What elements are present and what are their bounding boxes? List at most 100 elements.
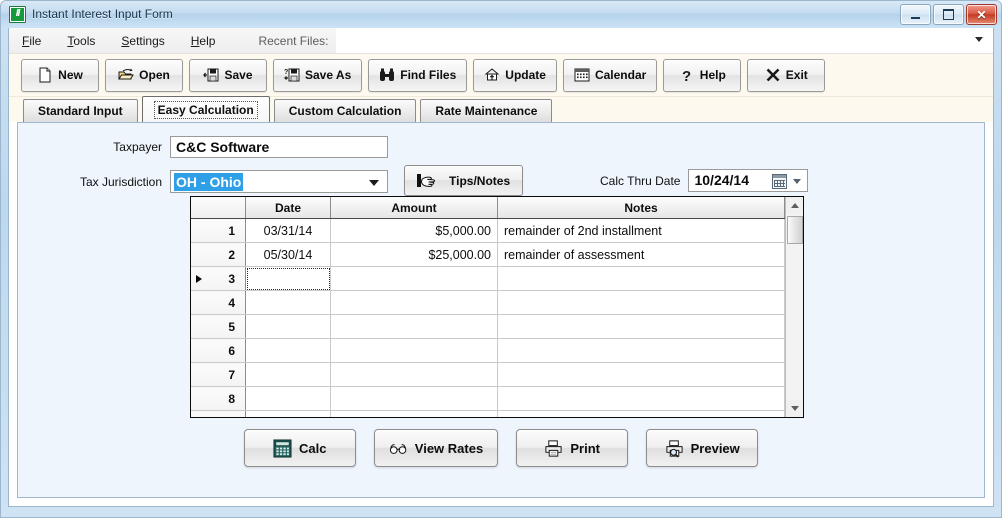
table-row[interactable]: 6 [191, 338, 785, 363]
cell-amount[interactable] [330, 410, 498, 417]
row-number[interactable]: 7 [191, 362, 246, 387]
table-row[interactable]: 2 05/30/14 $25,000.00 remainder of asses… [191, 242, 785, 267]
cell-amount[interactable]: $5,000.00 [330, 218, 498, 243]
chevron-down-icon[interactable] [975, 37, 983, 42]
table-row[interactable]: 8 [191, 386, 785, 411]
menu-settings[interactable]: Settings [108, 30, 177, 52]
tips-notes-button[interactable]: Tips/Notes [404, 165, 524, 196]
grid-col-date[interactable]: Date [245, 197, 331, 219]
cell-amount[interactable] [330, 386, 498, 411]
title-bar: II Instant Interest Input Form ✕ [1, 1, 1001, 27]
row-number[interactable]: 5 [191, 314, 246, 339]
taxpayer-input[interactable]: C&C Software [170, 136, 388, 158]
calc-thru-date-label: Calc Thru Date [600, 173, 681, 188]
new-button[interactable]: New [21, 58, 99, 92]
chevron-down-icon[interactable] [793, 179, 802, 184]
cell-amount[interactable] [330, 266, 498, 291]
grid-col-rownum[interactable] [191, 197, 246, 219]
help-button[interactable]: ? Help [663, 58, 742, 92]
exit-button[interactable]: Exit [747, 58, 826, 92]
cell-notes[interactable] [497, 290, 785, 315]
row-number[interactable]: 6 [191, 338, 246, 363]
table-row-partial[interactable] [191, 410, 785, 417]
table-row[interactable]: 5 [191, 314, 785, 339]
cell-notes[interactable] [497, 338, 785, 363]
row-number[interactable]: 1 [191, 218, 246, 243]
cell-amount[interactable] [330, 314, 498, 339]
find-files-button[interactable]: Find Files [368, 58, 468, 92]
cell-date[interactable] [245, 314, 331, 339]
calc-thru-date-input[interactable]: 10/24/14 [688, 169, 809, 192]
calendar-button[interactable]: Calendar [562, 58, 658, 92]
cell-date[interactable] [245, 362, 331, 387]
table-row-current[interactable]: 3 [191, 266, 785, 291]
close-button[interactable]: ✕ [966, 4, 997, 25]
grid-col-notes[interactable]: Notes [497, 197, 785, 219]
window-controls: ✕ [900, 4, 997, 25]
menu-file[interactable]: File [9, 30, 54, 52]
row-number[interactable]: 3 [191, 266, 246, 291]
cell-date[interactable]: 03/31/14 [245, 218, 331, 243]
cell-date[interactable] [245, 290, 331, 315]
view-rates-button[interactable]: View Rates [373, 429, 499, 467]
cell-notes[interactable] [497, 314, 785, 339]
cell-date[interactable] [245, 338, 331, 363]
cell-notes[interactable]: remainder of assessment [497, 242, 785, 267]
jurisdiction-selected-value: OH - Ohio [174, 173, 244, 191]
row-number[interactable]: 2 [191, 242, 246, 267]
calendar-picker-icon[interactable] [772, 174, 788, 189]
cell-date-selected[interactable] [245, 266, 331, 291]
row-number[interactable]: 4 [191, 290, 246, 315]
tab-standard-input[interactable]: Standard Input [23, 99, 138, 122]
grid-col-amount[interactable]: Amount [330, 197, 498, 219]
jurisdiction-select[interactable]: OH - Ohio [170, 170, 388, 193]
scrollbar-track[interactable] [786, 214, 803, 400]
row-number[interactable] [191, 410, 246, 417]
scroll-down-button[interactable] [786, 400, 803, 417]
open-folder-icon [118, 68, 135, 80]
tab-easy-calculation[interactable]: Easy Calculation [141, 96, 270, 122]
grid-vertical-scrollbar[interactable] [785, 197, 803, 417]
save-as-button[interactable]: ? Save As [273, 58, 363, 92]
cell-notes[interactable]: remainder of 2nd installment [497, 218, 785, 243]
maximize-button[interactable] [933, 4, 964, 25]
scrollbar-thumb[interactable] [787, 216, 803, 244]
chevron-down-icon[interactable] [369, 180, 379, 186]
glasses-icon [389, 443, 407, 454]
calc-button[interactable]: Calc [243, 429, 356, 467]
table-row[interactable]: 4 [191, 290, 785, 315]
triangle-up-icon [790, 203, 799, 208]
table-row[interactable]: 7 [191, 362, 785, 387]
menu-tools[interactable]: Tools [54, 30, 108, 52]
preview-button[interactable]: Preview [646, 429, 759, 467]
calendar-icon [574, 68, 590, 82]
scroll-up-button[interactable] [786, 197, 803, 214]
save-button[interactable]: Save [189, 58, 267, 92]
cell-amount[interactable] [330, 290, 498, 315]
open-button[interactable]: Open [105, 58, 183, 92]
cell-amount[interactable] [330, 362, 498, 387]
menu-help[interactable]: Help [178, 30, 229, 52]
cell-notes[interactable] [497, 410, 785, 417]
tab-easy-calculation-label: Easy Calculation [153, 100, 258, 119]
cell-notes[interactable] [497, 362, 785, 387]
client-area: File Tools Settings Help Recent Files: N… [8, 28, 994, 507]
cell-notes[interactable] [497, 266, 785, 291]
cell-notes[interactable] [497, 386, 785, 411]
tips-notes-label: Tips/Notes [449, 173, 511, 188]
cell-date[interactable] [245, 410, 331, 417]
recent-files-combo[interactable] [336, 28, 993, 53]
cell-date[interactable] [245, 386, 331, 411]
table-row[interactable]: 1 03/31/14 $5,000.00 remainder of 2nd in… [191, 218, 785, 243]
tab-custom-calculation[interactable]: Custom Calculation [273, 99, 417, 122]
exit-button-label: Exit [785, 68, 808, 82]
cell-amount[interactable] [330, 338, 498, 363]
cell-date[interactable]: 05/30/14 [245, 242, 331, 267]
row-number[interactable]: 8 [191, 386, 246, 411]
minimize-button[interactable] [900, 4, 931, 25]
update-button[interactable]: Update [473, 58, 557, 92]
grid-body: Date Amount Notes 1 03/31/14 $5,000.00 r… [191, 197, 785, 417]
cell-amount[interactable]: $25,000.00 [330, 242, 498, 267]
print-button[interactable]: Print [516, 429, 629, 467]
tab-rate-maintenance[interactable]: Rate Maintenance [420, 99, 553, 122]
